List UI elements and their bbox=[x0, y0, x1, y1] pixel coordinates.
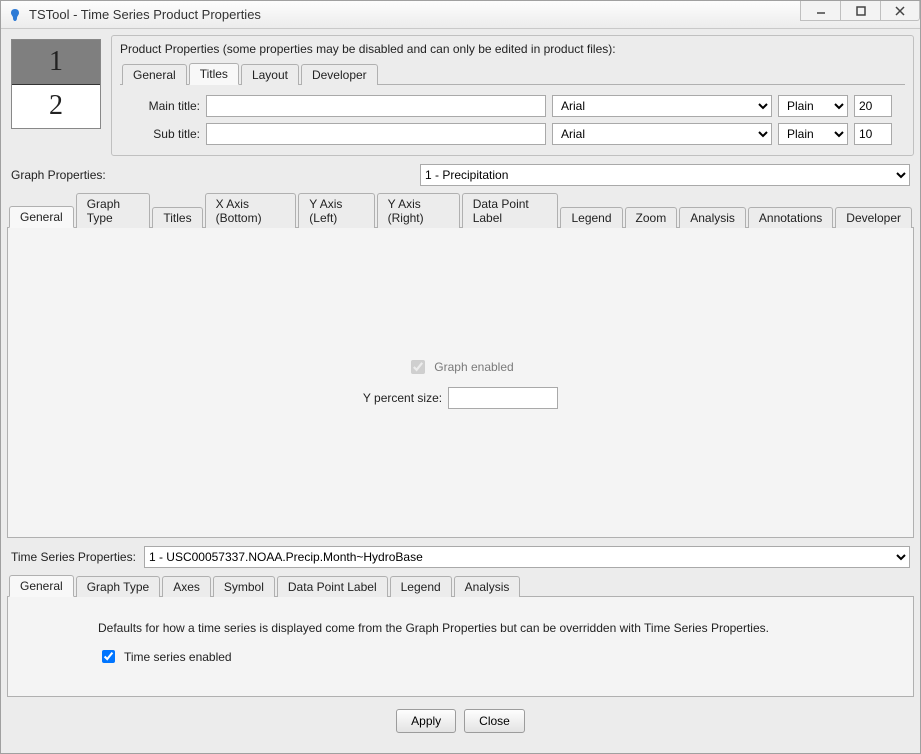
ts-tab-axes[interactable]: Axes bbox=[162, 576, 211, 597]
y-percent-size-label: Y percent size: bbox=[363, 391, 442, 405]
main-title-label: Main title: bbox=[120, 99, 200, 113]
sub-title-label: Sub title: bbox=[120, 127, 200, 141]
title-bar: TSTool - Time Series Product Properties bbox=[1, 1, 920, 29]
graph-tab-developer[interactable]: Developer bbox=[835, 207, 912, 228]
window-title: TSTool - Time Series Product Properties bbox=[29, 7, 261, 22]
graph-tab-annotations[interactable]: Annotations bbox=[748, 207, 833, 228]
graph-tab-y-axis-left[interactable]: Y Axis (Left) bbox=[298, 193, 374, 228]
graph-tab-titles[interactable]: Titles bbox=[152, 207, 202, 228]
y-percent-size-input[interactable] bbox=[448, 387, 558, 409]
ts-tab-data-point-label[interactable]: Data Point Label bbox=[277, 576, 388, 597]
ts-tab-general[interactable]: General bbox=[9, 575, 74, 597]
preview-panel-2: 2 bbox=[12, 85, 100, 129]
product-tab-developer[interactable]: Developer bbox=[301, 64, 378, 85]
preview-thumbnail: 1 2 bbox=[11, 39, 101, 129]
graph-general-panel: Graph enabled Y percent size: bbox=[7, 228, 914, 538]
time-series-select[interactable]: 1 - USC00057337.NOAA.Precip.Month~HydroB… bbox=[144, 546, 910, 568]
graph-properties-label: Graph Properties: bbox=[11, 168, 106, 182]
graph-tabs: General Graph Type Titles X Axis (Bottom… bbox=[7, 192, 914, 228]
main-title-input[interactable] bbox=[206, 95, 546, 117]
graph-tab-analysis[interactable]: Analysis bbox=[679, 207, 746, 228]
ts-tab-legend[interactable]: Legend bbox=[390, 576, 452, 597]
sub-title-size-input[interactable] bbox=[854, 123, 892, 145]
product-tab-layout[interactable]: Layout bbox=[241, 64, 299, 85]
product-properties-heading: Product Properties (some properties may … bbox=[120, 42, 905, 56]
product-tabs: General Titles Layout Developer bbox=[120, 62, 905, 85]
graph-tab-legend[interactable]: Legend bbox=[560, 207, 622, 228]
ts-tab-symbol[interactable]: Symbol bbox=[213, 576, 275, 597]
graph-tab-x-axis-bottom[interactable]: X Axis (Bottom) bbox=[205, 193, 297, 228]
graph-tab-general[interactable]: General bbox=[9, 206, 74, 228]
main-title-style-select[interactable]: Plain bbox=[778, 95, 848, 117]
close-button[interactable]: Close bbox=[464, 709, 525, 733]
maximize-button[interactable] bbox=[840, 1, 880, 21]
graph-tab-y-axis-right[interactable]: Y Axis (Right) bbox=[377, 193, 460, 228]
sub-title-style-select[interactable]: Plain bbox=[778, 123, 848, 145]
ts-enabled-checkbox[interactable] bbox=[102, 650, 115, 663]
sub-title-input[interactable] bbox=[206, 123, 546, 145]
ts-tabs: General Graph Type Axes Symbol Data Poin… bbox=[7, 574, 914, 597]
graph-tab-graph-type[interactable]: Graph Type bbox=[76, 193, 151, 228]
ts-general-panel: Defaults for how a time series is displa… bbox=[7, 597, 914, 697]
product-tab-general[interactable]: General bbox=[122, 64, 187, 85]
graph-enabled-checkbox bbox=[411, 360, 425, 374]
graph-select[interactable]: 1 - Precipitation bbox=[420, 164, 910, 186]
ts-hint-text: Defaults for how a time series is displa… bbox=[98, 621, 823, 635]
app-icon bbox=[7, 7, 23, 23]
graph-enabled-label: Graph enabled bbox=[434, 360, 513, 374]
ts-enabled-label: Time series enabled bbox=[124, 650, 232, 664]
ts-tab-analysis[interactable]: Analysis bbox=[454, 576, 521, 597]
graph-tab-data-point-label[interactable]: Data Point Label bbox=[462, 193, 559, 228]
main-title-size-input[interactable] bbox=[854, 95, 892, 117]
ts-tab-graph-type[interactable]: Graph Type bbox=[76, 576, 160, 597]
minimize-button[interactable] bbox=[800, 1, 840, 21]
product-properties-group: Product Properties (some properties may … bbox=[111, 35, 914, 156]
sub-title-font-select[interactable]: Arial bbox=[552, 123, 772, 145]
product-tab-titles[interactable]: Titles bbox=[189, 63, 239, 85]
time-series-properties-label: Time Series Properties: bbox=[11, 550, 136, 564]
preview-panel-1: 1 bbox=[12, 40, 100, 85]
graph-tab-zoom[interactable]: Zoom bbox=[625, 207, 678, 228]
main-title-font-select[interactable]: Arial bbox=[552, 95, 772, 117]
apply-button[interactable]: Apply bbox=[396, 709, 456, 733]
close-window-button[interactable] bbox=[880, 1, 920, 21]
